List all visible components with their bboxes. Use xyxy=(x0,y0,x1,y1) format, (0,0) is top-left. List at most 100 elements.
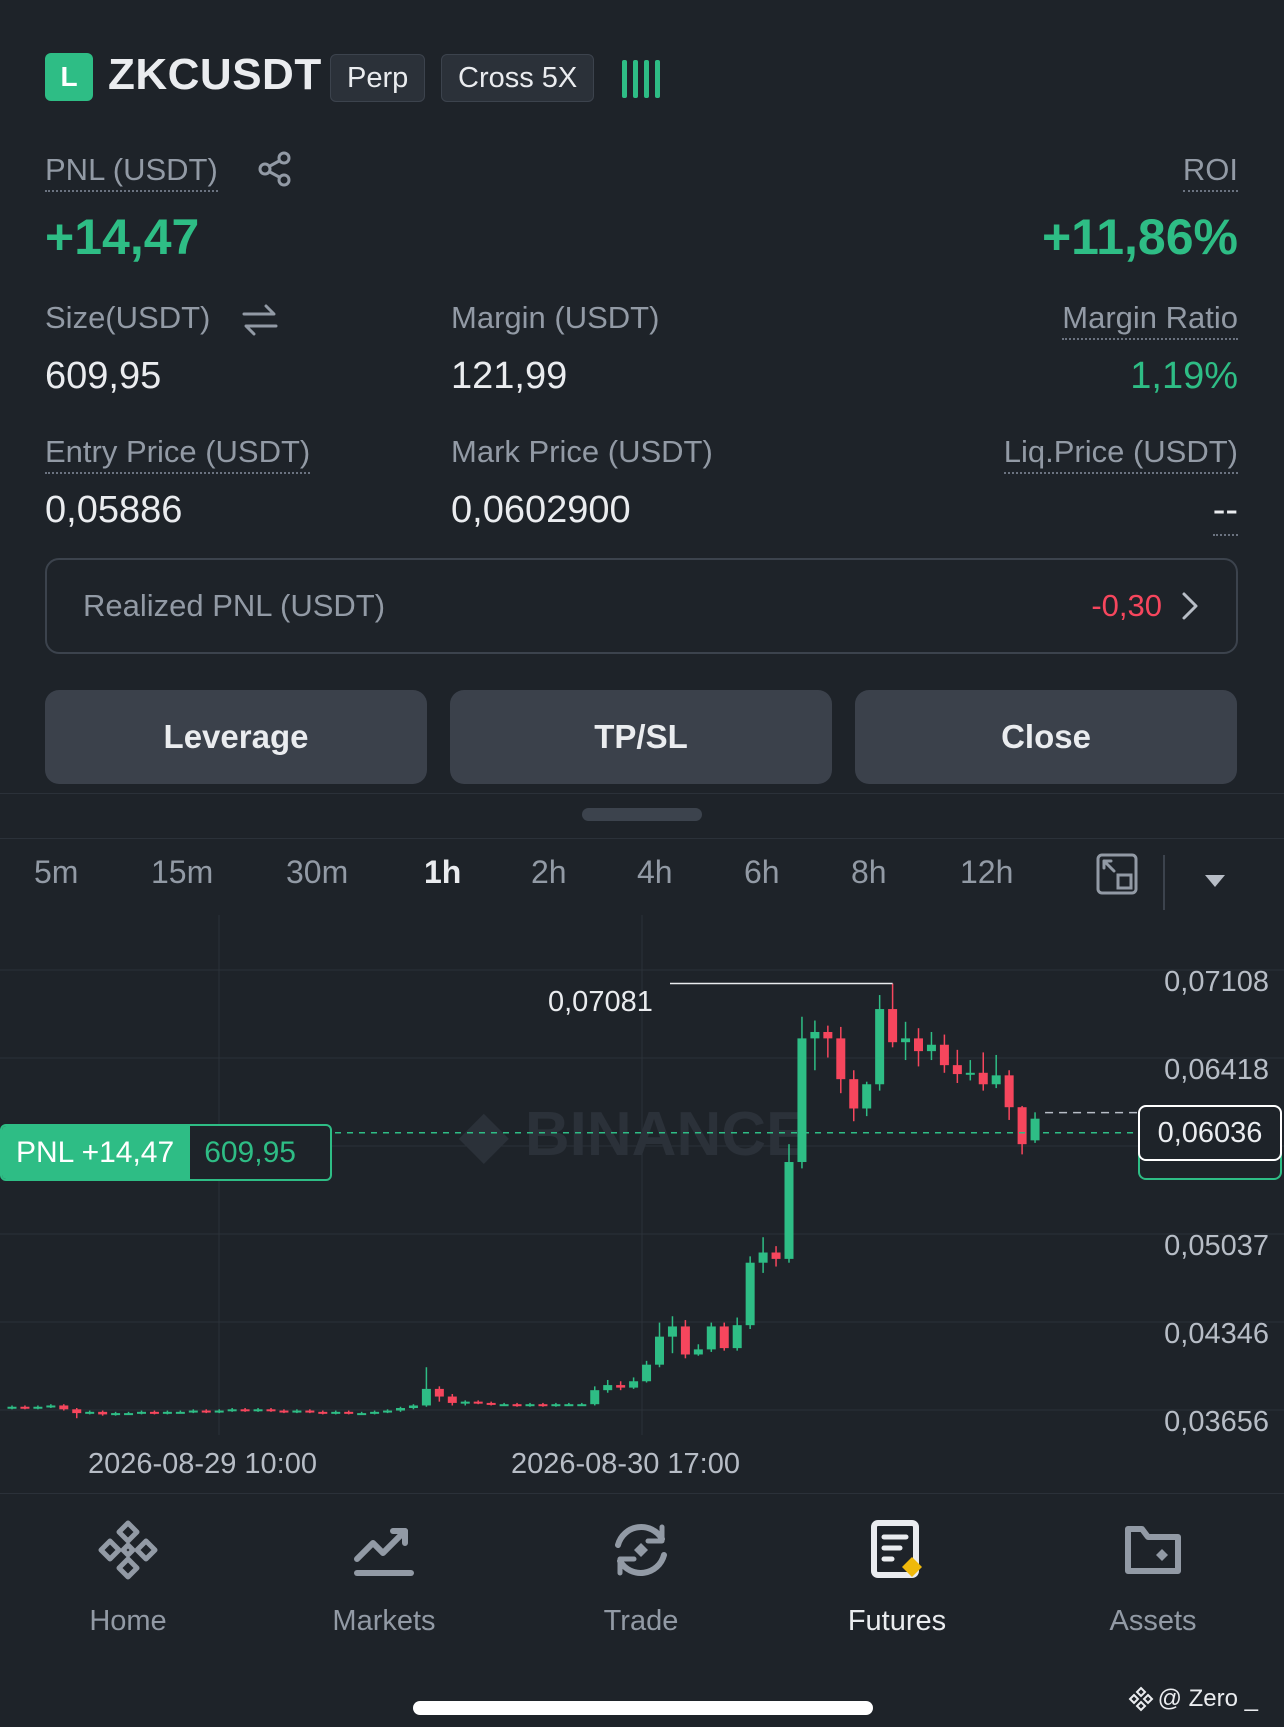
candle xyxy=(344,1411,354,1414)
tab-timeframe-8h[interactable]: 8h xyxy=(851,854,887,891)
candle xyxy=(978,1072,988,1085)
candle xyxy=(214,1410,224,1413)
tab-timeframe-1h[interactable]: 1h xyxy=(424,854,461,891)
candle xyxy=(383,1410,393,1413)
candle xyxy=(266,1409,276,1412)
nav-home-label: Home xyxy=(89,1605,167,1637)
candle xyxy=(784,1162,794,1259)
entry-price-value: 0,05886 xyxy=(45,489,183,531)
tab-timeframe-4h[interactable]: 4h xyxy=(637,854,673,891)
chevron-right-icon xyxy=(1182,592,1198,620)
binance-logo-icon xyxy=(98,1520,158,1580)
high-price-marker: 0,07081 xyxy=(548,986,653,1018)
tab-timeframe-6h[interactable]: 6h xyxy=(744,854,780,891)
symbol-title[interactable]: ZKCUSDT xyxy=(108,50,322,100)
candle xyxy=(888,1009,898,1043)
margin-ratio-label[interactable]: Margin Ratio xyxy=(1062,300,1238,340)
candle xyxy=(227,1409,237,1412)
candle xyxy=(240,1409,250,1412)
divider xyxy=(0,838,1284,839)
candle xyxy=(693,1349,703,1355)
candle xyxy=(162,1411,172,1414)
candle xyxy=(823,1032,833,1039)
candle xyxy=(965,1072,975,1075)
price-axis-label: 0,06418 xyxy=(1164,1054,1269,1086)
candle xyxy=(318,1411,328,1414)
nav-markets[interactable]: Markets xyxy=(284,1515,484,1638)
candle xyxy=(797,1038,807,1163)
nav-home[interactable]: Home xyxy=(28,1515,228,1638)
time-axis-label: 2026-08-29 10:00 xyxy=(88,1448,317,1480)
realized-pnl-row[interactable]: Realized PNL (USDT) -0,30 xyxy=(45,558,1238,654)
tab-timeframe-5m[interactable]: 5m xyxy=(34,854,78,891)
nav-trade-label: Trade xyxy=(603,1605,679,1637)
candle xyxy=(680,1326,690,1355)
pnl-tag-value: PNL +14,47 xyxy=(2,1126,191,1179)
candle xyxy=(137,1411,146,1414)
drag-handle[interactable] xyxy=(582,808,702,821)
leverage-button[interactable]: Leverage xyxy=(45,690,427,784)
candle xyxy=(85,1411,95,1414)
candle xyxy=(901,1038,911,1043)
candle xyxy=(59,1405,69,1410)
tpsl-button[interactable]: TP/SL xyxy=(450,690,832,784)
divider xyxy=(0,1493,1284,1494)
candle xyxy=(175,1411,185,1414)
roi-value: +11,86% xyxy=(1041,209,1238,265)
candle xyxy=(849,1079,859,1109)
roi-label[interactable]: ROI xyxy=(1182,152,1238,192)
pnl-label[interactable]: PNL (USDT) xyxy=(45,152,218,192)
candle xyxy=(745,1262,755,1326)
candle xyxy=(370,1411,380,1414)
candle xyxy=(810,1032,820,1039)
margin-mode-pill[interactable]: Cross 5X xyxy=(441,54,595,102)
price-axis-label: 0,07108 xyxy=(1164,966,1269,998)
nav-futures-label: Futures xyxy=(847,1605,947,1637)
nav-trade[interactable]: Trade xyxy=(541,1515,741,1638)
tab-timeframe-30m[interactable]: 30m xyxy=(286,854,348,891)
binance-logo-icon xyxy=(1128,1686,1154,1712)
entry-price-label[interactable]: Entry Price (USDT) xyxy=(45,434,311,474)
nav-assets-label: Assets xyxy=(1109,1605,1197,1637)
candle xyxy=(149,1411,159,1414)
position-pnl-tag[interactable]: PNL +14,47 609,95 xyxy=(0,1124,332,1181)
candle xyxy=(706,1326,716,1350)
close-position-button[interactable]: Close xyxy=(855,690,1237,784)
candle xyxy=(758,1252,768,1263)
candle xyxy=(914,1038,923,1052)
candle xyxy=(667,1326,677,1337)
candle xyxy=(939,1044,949,1066)
candle xyxy=(655,1336,664,1365)
candle xyxy=(20,1406,30,1409)
candle xyxy=(486,1402,496,1405)
liq-price-label[interactable]: Liq.Price (USDT) xyxy=(1003,434,1238,474)
home-indicator[interactable] xyxy=(413,1701,873,1715)
fullscreen-chart-icon[interactable] xyxy=(1095,852,1139,896)
share-icon[interactable] xyxy=(256,150,294,188)
candle xyxy=(538,1404,548,1407)
price-axis-label: 0,04346 xyxy=(1164,1318,1269,1350)
futures-document-icon xyxy=(871,1520,922,1578)
candle xyxy=(124,1413,134,1416)
candle xyxy=(201,1410,211,1413)
chevron-down-icon[interactable] xyxy=(1203,873,1227,889)
candle xyxy=(292,1410,302,1413)
candle xyxy=(447,1396,457,1403)
margin-value: 121,99 xyxy=(451,355,568,397)
tab-timeframe-15m[interactable]: 15m xyxy=(151,854,213,891)
size-label: Size(USDT) xyxy=(45,300,211,335)
candle xyxy=(46,1405,56,1408)
nav-futures[interactable]: Futures xyxy=(797,1515,997,1638)
candle xyxy=(836,1038,846,1080)
margin-label: Margin (USDT) xyxy=(451,300,660,335)
tab-timeframe-2h[interactable]: 2h xyxy=(531,854,567,891)
candle xyxy=(551,1404,561,1407)
candle xyxy=(279,1410,289,1413)
mark-price-label: Mark Price (USDT) xyxy=(451,434,713,469)
tab-timeframe-12h[interactable]: 12h xyxy=(960,854,1013,891)
candle xyxy=(926,1044,936,1052)
candle xyxy=(862,1084,872,1109)
nav-assets[interactable]: Assets xyxy=(1053,1515,1253,1638)
swap-units-icon[interactable] xyxy=(240,300,280,340)
price-axis-label: 0,05037 xyxy=(1164,1230,1269,1262)
